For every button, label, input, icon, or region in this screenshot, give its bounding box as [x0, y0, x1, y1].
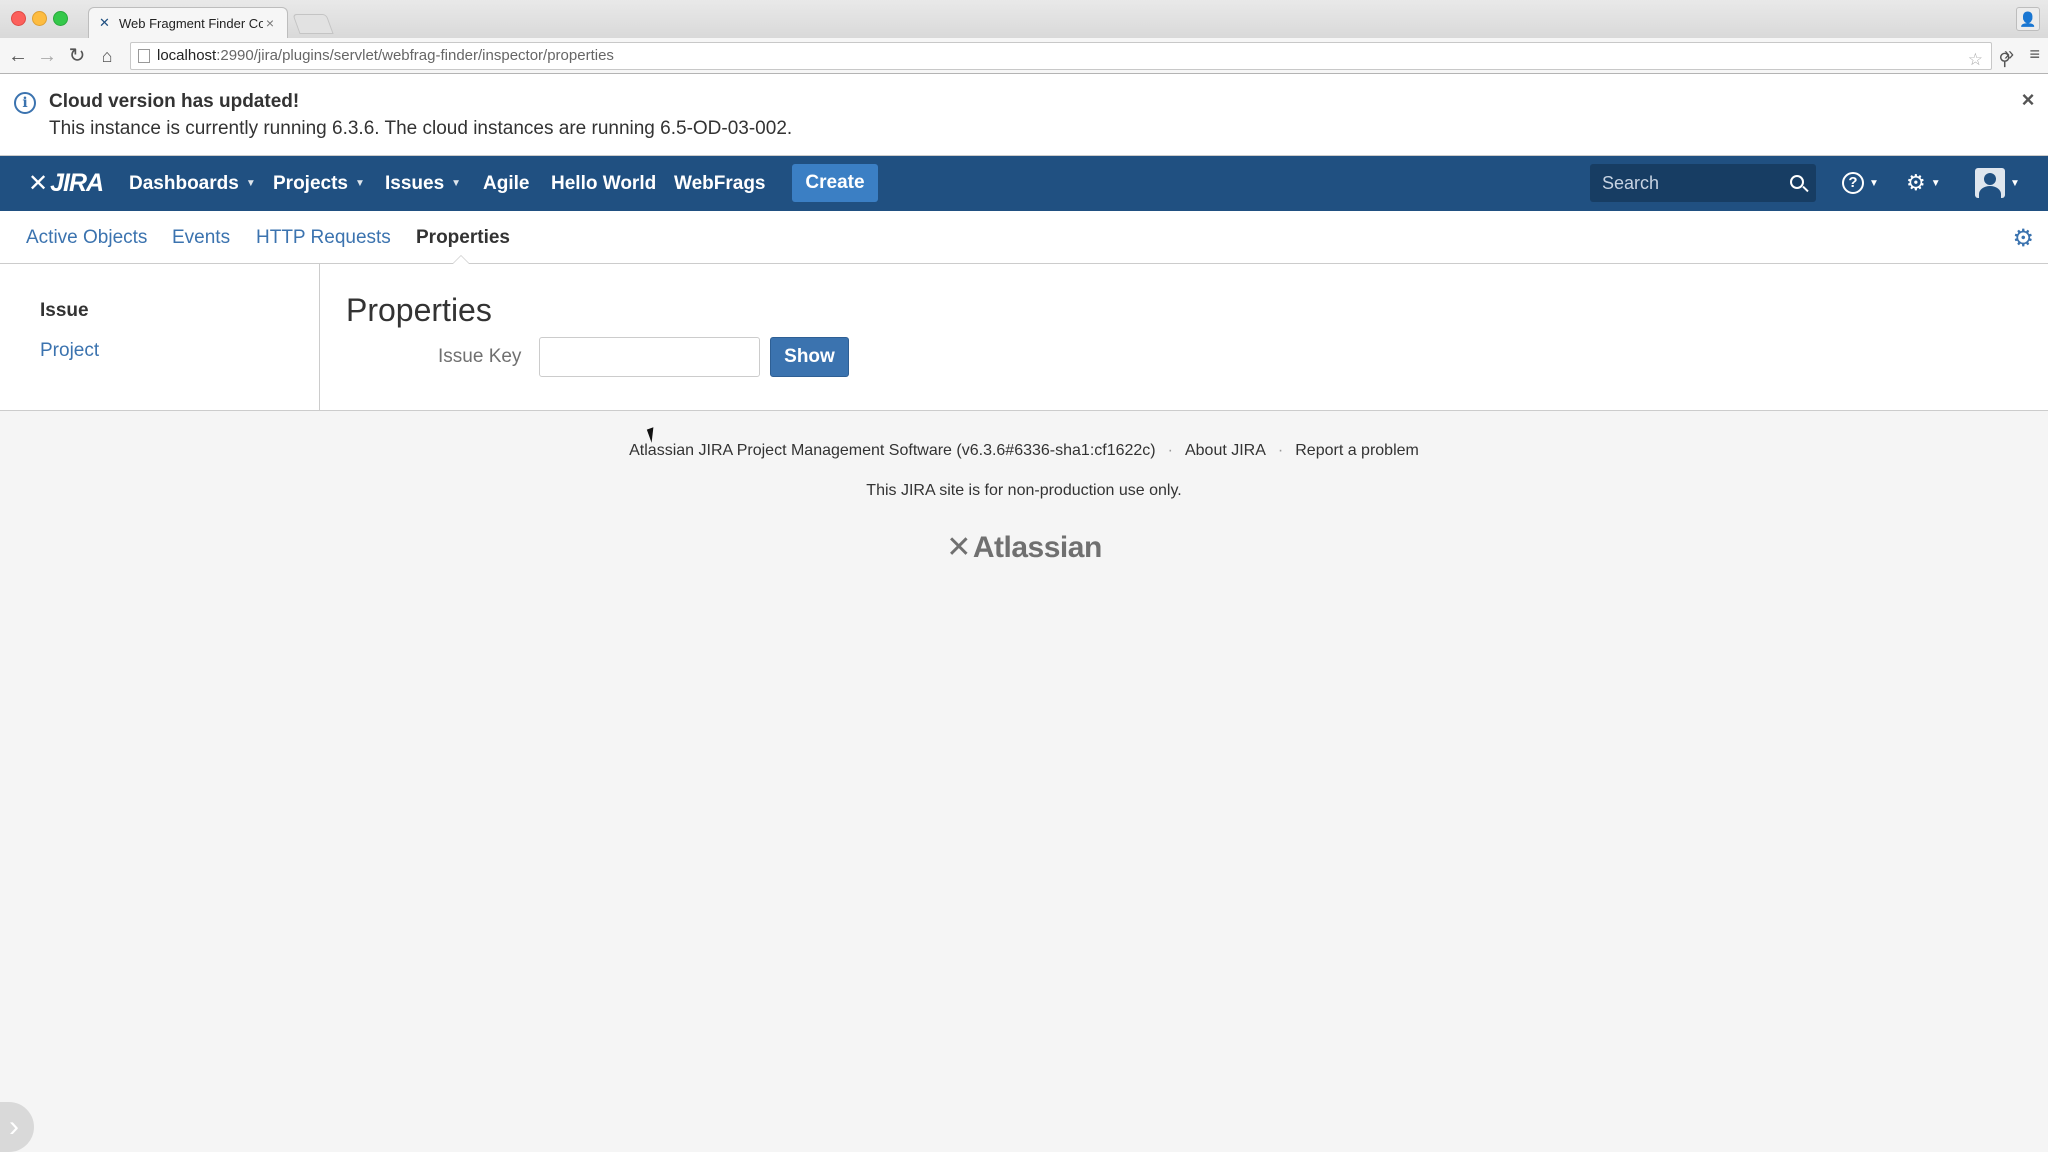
nav-issues-label: Issues [385, 172, 445, 194]
flag-title: Cloud version has updated! [49, 91, 300, 112]
update-flag: i Cloud version has updated! This instan… [0, 74, 2048, 156]
address-bar[interactable]: localhost:2990/jira/plugins/servlet/webf… [130, 42, 2011, 73]
chevron-down-icon: ▼ [1869, 177, 1879, 189]
search-icon[interactable] [1790, 175, 1804, 189]
issue-key-input[interactable] [539, 337, 760, 377]
url-host: localhost [157, 47, 217, 64]
settings-gear-icon[interactable]: ⚙ [2012, 224, 2034, 253]
flag-body: This instance is currently running 6.3.6… [49, 118, 793, 139]
mouse-cursor-icon [646, 427, 659, 443]
page-title: Properties [346, 292, 492, 328]
footer-separator: · [1277, 442, 1284, 459]
chevron-down-icon: ▼ [451, 178, 462, 189]
profile-icon[interactable]: 👤 [2016, 7, 2040, 31]
user-menu[interactable]: ▼ [1975, 168, 2020, 198]
avatar [1975, 168, 2005, 198]
tab-close-icon[interactable]: × [263, 15, 277, 31]
admin-menu[interactable]: ⚙ ▼ [1906, 168, 1941, 198]
nav-agile[interactable]: Agile [483, 156, 529, 211]
maximize-window-button[interactable] [53, 11, 68, 26]
chevron-down-icon: ▼ [2010, 177, 2020, 189]
jira-favicon-icon: ✕ [99, 15, 110, 30]
gear-icon: ⚙ [1906, 170, 1926, 195]
issue-key-label: Issue Key [438, 346, 522, 367]
atlassian-logo-icon: ✕ [28, 169, 49, 197]
atlassian-logo-text: Atlassian [972, 531, 1102, 564]
chevron-down-icon: ▼ [245, 178, 256, 189]
footer-software-version: Atlassian JIRA Project Management Softwa… [629, 442, 1156, 459]
create-button[interactable]: Create [792, 164, 878, 202]
new-tab-button[interactable] [292, 14, 334, 34]
show-button[interactable]: Show [770, 337, 849, 377]
footer-separator: · [1167, 442, 1173, 459]
nav-agile-label: Agile [483, 172, 530, 194]
nav-webfrags[interactable]: WebFrags [674, 156, 766, 211]
sidebar-item-project[interactable]: Project [40, 340, 99, 362]
reload-icon[interactable]: ↻ [64, 43, 90, 69]
tab-active-objects[interactable]: Active Objects [26, 227, 147, 249]
extensions-overflow-icon[interactable]: » [2004, 44, 2014, 65]
chevron-down-icon: ▼ [354, 178, 365, 189]
logo-text: JIRA [50, 168, 104, 197]
sidebar-item-issue[interactable]: Issue [40, 300, 89, 322]
close-window-button[interactable] [11, 11, 26, 26]
main-content: Issue Project Properties Issue Key Show [0, 264, 2048, 411]
sidebar: Issue Project [0, 264, 320, 410]
nav-dashboards-label: Dashboards [129, 172, 239, 194]
browser-tab-strip: ✕ Web Fragment Finder Con × 👤 [0, 0, 2048, 38]
jira-header: ✕ JIRA Dashboards ▼ Projects ▼ Issues ▼ Agi… [0, 156, 2048, 211]
url-path: :2990/jira/plugins/servlet/webfrag-finde… [216, 47, 614, 64]
footer-links: Atlassian JIRA Project Management Softwa… [0, 442, 2048, 460]
about-jira-link[interactable]: About JIRA [1185, 442, 1266, 459]
active-tab-marker [452, 255, 470, 264]
menu-icon[interactable]: ≡ [2029, 44, 2040, 65]
tab-http-requests[interactable]: HTTP Requests [256, 227, 391, 249]
browser-tab[interactable]: ✕ Web Fragment Finder Con × [88, 7, 288, 38]
footer-notice: This JIRA site is for non-production use… [866, 482, 1182, 499]
report-problem-link[interactable]: Report a problem [1295, 442, 1419, 459]
minimize-window-button[interactable] [32, 11, 47, 26]
tab-properties[interactable]: Properties [416, 227, 510, 249]
quick-search [1590, 164, 1816, 202]
nav-webfrags-label: WebFrags [674, 172, 766, 194]
tab-title: Web Fragment Finder Con [119, 15, 263, 31]
jira-logo[interactable]: ✕ JIRA [28, 168, 104, 198]
search-input[interactable] [1590, 164, 1780, 202]
nav-dashboards[interactable]: Dashboards ▼ [129, 156, 256, 211]
close-icon[interactable]: × [2016, 88, 2040, 112]
info-icon: i [14, 92, 36, 114]
chevron-down-icon: ▼ [1930, 177, 1941, 189]
atlassian-logo-icon: ✕ [946, 531, 971, 564]
atlassian-footer-logo[interactable]: ✕Atlassian [0, 530, 2048, 565]
nav-hello-world-label: Hello World [551, 172, 657, 194]
chevron-right-icon[interactable]: › [0, 1102, 34, 1152]
help-menu[interactable]: ? ▼ [1842, 168, 1879, 198]
nav-projects-label: Projects [273, 172, 348, 194]
page-icon [138, 49, 150, 63]
bookmark-star-icon[interactable]: ☆ [1968, 47, 1983, 73]
back-icon[interactable]: ← [5, 43, 31, 69]
inspector-subnav: Active Objects Events HTTP Requests Prop… [0, 211, 2048, 264]
help-icon: ? [1842, 172, 1864, 194]
forward-icon[interactable]: → [34, 43, 60, 69]
nav-projects[interactable]: Projects ▼ [273, 156, 365, 211]
tab-events[interactable]: Events [172, 227, 230, 249]
browser-toolbar: ← → ↻ ⌂ localhost:2990/jira/plugins/serv… [0, 38, 2048, 74]
home-icon[interactable]: ⌂ [94, 43, 120, 69]
nav-hello-world[interactable]: Hello World [551, 156, 656, 211]
nav-issues[interactable]: Issues ▼ [385, 156, 461, 211]
